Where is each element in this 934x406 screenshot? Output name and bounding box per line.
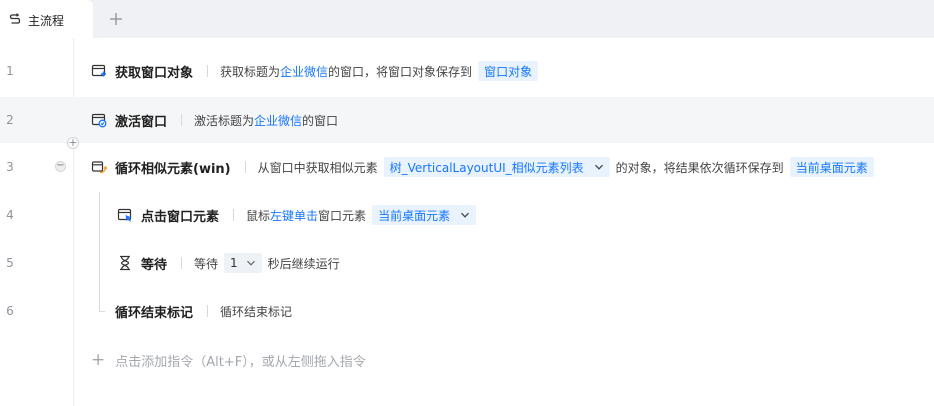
command-row-3[interactable]: 3 − 循环相似元素(win) 从窗口中获取相似元素 树_VerticalLay… — [0, 145, 934, 189]
output-variable[interactable]: 当前桌面元素 — [789, 157, 874, 177]
command-title: 激活窗口 — [115, 114, 168, 130]
command-title: 获取窗口对象 — [115, 65, 194, 81]
tab-label: 主流程 — [28, 14, 65, 28]
command-row-2[interactable]: 2 激活窗口 激活标题为 企业微信 的窗口 — [0, 97, 934, 143]
window-title-link[interactable]: 企业微信 — [280, 63, 328, 80]
divider — [233, 209, 235, 221]
command-row-1[interactable]: 1 获取窗口对象 获取标题为 企业微信 的窗口，将窗口对象保存到 窗口对象 — [0, 49, 934, 93]
command-desc-a: 激活标题为 — [194, 113, 255, 128]
divider — [181, 114, 183, 126]
element-select[interactable]: 树_VerticalLayoutUI_相似元素列表 — [383, 157, 610, 177]
line-number: 5 — [6, 256, 14, 270]
activate-window-icon — [91, 113, 107, 128]
divider — [181, 257, 183, 269]
command-desc-b: 的对象，将结果依次循环保存到 — [615, 160, 784, 175]
line-number: 6 — [6, 304, 14, 318]
command-title: 循环相似元素(win) — [115, 161, 231, 177]
add-command-button[interactable]: + 点击添加指令（Alt+F），或从左侧拖入指令 — [91, 350, 366, 370]
divider — [207, 305, 209, 317]
loop-icon — [91, 161, 107, 174]
window-title-link[interactable]: 企业微信 — [254, 112, 302, 129]
tab-main-flow[interactable]: 主流程 — [0, 0, 93, 38]
command-desc-a: 从窗口中获取相似元素 — [257, 160, 378, 175]
command-row-4[interactable]: 4 点击窗口元素 鼠标 左键单击 窗口元素 当前桌面元素 — [0, 193, 934, 237]
command-desc-a: 等待 — [194, 256, 219, 271]
element-variable-value: 当前桌面元素 — [378, 208, 451, 223]
command-desc-b: 的窗口，将窗口对象保存到 — [328, 64, 473, 79]
add-tab-button[interactable] — [107, 10, 125, 28]
wait-seconds-value: 1 — [230, 256, 238, 270]
command-desc-b: 窗口元素 — [318, 208, 367, 223]
plus-icon — [110, 13, 122, 25]
add-command-label: 点击添加指令（Alt+F），或从左侧拖入指令 — [115, 354, 366, 370]
command-desc-a: 鼠标 — [246, 208, 271, 223]
click-element-icon — [117, 208, 132, 222]
tab-bar: 主流程 — [0, 0, 934, 38]
chevron-down-icon — [461, 212, 470, 218]
element-variable-select[interactable]: 当前桌面元素 — [372, 205, 477, 225]
line-number: 3 — [6, 160, 14, 174]
chevron-down-icon — [246, 260, 255, 266]
command-desc-a: 循环结束标记 — [220, 304, 293, 319]
collapse-toggle[interactable]: − — [55, 161, 66, 172]
wait-seconds-select[interactable]: 1 — [224, 253, 262, 273]
line-number: 1 — [6, 64, 14, 78]
plus-icon: + — [91, 350, 106, 370]
command-desc-a: 获取标题为 — [220, 64, 281, 79]
command-desc-b: 的窗口 — [302, 113, 339, 128]
command-title: 等待 — [141, 257, 168, 273]
command-row-5[interactable]: 5 等待 等待 1 秒后继续运行 — [0, 241, 934, 285]
line-number: 4 — [6, 208, 14, 222]
command-desc-b: 秒后继续运行 — [267, 256, 340, 271]
hourglass-icon — [120, 255, 130, 271]
get-window-icon — [91, 64, 106, 77]
divider — [207, 65, 209, 77]
command-title: 循环结束标记 — [115, 305, 194, 321]
output-variable[interactable]: 窗口对象 — [478, 61, 539, 81]
command-title: 点击窗口元素 — [141, 209, 220, 225]
command-row-6[interactable]: 6 循环结束标记 循环结束标记 — [0, 289, 934, 333]
line-number: 2 — [6, 113, 14, 127]
flow-icon — [9, 13, 21, 24]
divider — [244, 161, 246, 173]
chevron-down-icon — [594, 164, 603, 170]
click-type-link[interactable]: 左键单击 — [270, 207, 318, 224]
element-select-value: 树_VerticalLayoutUI_相似元素列表 — [389, 160, 584, 175]
